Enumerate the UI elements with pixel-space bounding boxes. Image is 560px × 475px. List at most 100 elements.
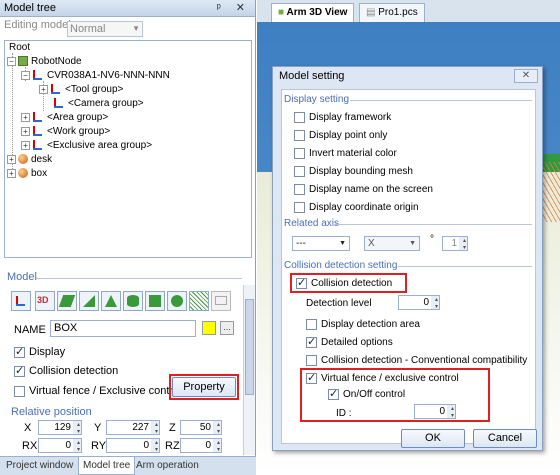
panel-controls[interactable]: ᵖ ✕ bbox=[217, 0, 251, 17]
checkbox-box[interactable] bbox=[294, 166, 305, 177]
conventional-compatibility-checkbox[interactable]: Collision detection - Conventional compa… bbox=[306, 355, 527, 366]
view-icon: ■ bbox=[278, 7, 285, 18]
name-input[interactable]: BOX bbox=[50, 320, 196, 337]
grid-shape-button[interactable] bbox=[189, 291, 209, 311]
virtual-fence-checkbox[interactable]: Virtual fence / Exclusive control bbox=[14, 385, 182, 397]
display-point-only-checkbox[interactable]: Display point only bbox=[294, 130, 387, 141]
related-axis-label: Related axis bbox=[284, 218, 340, 229]
close-icon[interactable]: ✕ bbox=[514, 69, 538, 83]
dialog-title: Model setting bbox=[273, 67, 542, 85]
expand-icon[interactable]: + bbox=[21, 126, 30, 136]
display-checkbox[interactable]: Display bbox=[14, 345, 65, 358]
tree-node-desk[interactable]: + desk bbox=[7, 153, 52, 167]
select-value: X bbox=[368, 238, 375, 249]
cancel-button[interactable]: Cancel bbox=[473, 429, 537, 448]
chevron-down-icon: ▼ bbox=[339, 240, 346, 247]
checkbox-box[interactable] bbox=[306, 319, 317, 330]
checkbox-box[interactable] bbox=[14, 345, 25, 358]
ry-label: RY bbox=[91, 440, 107, 452]
divider bbox=[398, 266, 532, 267]
plane-shape-button[interactable] bbox=[57, 291, 77, 311]
ry-spinner[interactable]: 0 bbox=[106, 438, 160, 453]
degree-label: ° bbox=[430, 234, 434, 245]
checkbox-box[interactable] bbox=[294, 148, 305, 159]
wedge-shape-button[interactable] bbox=[79, 291, 99, 311]
tab-pro1-pcs[interactable]: ▤ Pro1.pcs bbox=[359, 3, 425, 22]
display-name-checkbox[interactable]: Display name on the screen bbox=[294, 184, 433, 195]
checkbox-box[interactable] bbox=[294, 112, 305, 123]
rz-spinner[interactable]: 0 bbox=[180, 438, 222, 453]
tab-arm-3d-view[interactable]: ■ Arm 3D View bbox=[271, 3, 355, 22]
relative-position-label: Relative position bbox=[11, 406, 92, 418]
expand-icon[interactable]: + bbox=[21, 112, 30, 122]
checkbox-box[interactable] bbox=[294, 202, 305, 213]
tree-node-root[interactable]: Root bbox=[9, 41, 30, 55]
checkbox-box[interactable] bbox=[14, 385, 25, 397]
ok-button[interactable]: OK bbox=[401, 429, 465, 448]
x-spinner[interactable]: 129 bbox=[38, 420, 82, 435]
tree-node-work-group[interactable]: + <Work group> bbox=[21, 125, 110, 139]
panel-title: Model tree bbox=[4, 2, 56, 14]
3d-model-button[interactable]: 3D bbox=[35, 291, 55, 311]
checkbox-box[interactable] bbox=[306, 355, 317, 366]
tab-model-tree[interactable]: Model tree bbox=[78, 457, 136, 475]
axis-value-spinner[interactable]: 1 bbox=[442, 236, 468, 251]
cylinder-shape-button[interactable] bbox=[123, 291, 143, 311]
axis-select[interactable]: X ▼ bbox=[364, 236, 420, 251]
color-swatch[interactable] bbox=[202, 321, 216, 335]
cone-shape-button[interactable] bbox=[101, 291, 121, 311]
editing-model-select[interactable]: Normal ▼ bbox=[67, 21, 143, 37]
box-shape-button[interactable] bbox=[145, 291, 165, 311]
axis-icon bbox=[32, 139, 44, 151]
tree-label: Root bbox=[9, 42, 31, 53]
checkbox-box[interactable] bbox=[294, 130, 305, 141]
tree-label: <Area group> bbox=[47, 112, 109, 123]
axis-target-select[interactable]: --- ▼ bbox=[292, 236, 350, 251]
axis-icon bbox=[50, 83, 62, 95]
display-coordinate-origin-checkbox[interactable]: Display coordinate origin bbox=[294, 202, 419, 213]
axis-tool-button[interactable] bbox=[11, 291, 31, 311]
divider bbox=[350, 100, 532, 101]
option-label: Display detection area bbox=[321, 319, 420, 330]
display-detection-area-checkbox[interactable]: Display detection area bbox=[306, 319, 420, 330]
scrollbar-thumb[interactable] bbox=[245, 299, 254, 395]
checkbox-box[interactable] bbox=[306, 335, 317, 348]
expand-icon[interactable]: + bbox=[39, 84, 48, 94]
expand-icon[interactable]: + bbox=[7, 168, 16, 178]
model-tree-panel: Model tree ᵖ ✕ Editing model Normal ▼ Ro… bbox=[0, 0, 256, 475]
disabled-tool-button[interactable] bbox=[211, 291, 231, 311]
collapse-icon[interactable]: − bbox=[7, 56, 16, 66]
checkbox-box[interactable] bbox=[14, 364, 25, 377]
robot-node-icon bbox=[18, 56, 28, 67]
collapse-icon[interactable]: − bbox=[21, 70, 30, 80]
tab-arm-operation[interactable]: Arm operation bbox=[132, 457, 203, 475]
detailed-options-checkbox[interactable]: Detailed options bbox=[306, 335, 393, 348]
tree-label: <Camera group> bbox=[68, 98, 144, 109]
expand-icon[interactable]: + bbox=[7, 154, 16, 164]
collision-checkbox[interactable]: Collision detection bbox=[14, 364, 118, 377]
tree-label: CVR038A1-NV6-NNN-NNN bbox=[47, 70, 170, 81]
rx-spinner[interactable]: 0 bbox=[38, 438, 82, 453]
tree-node-exclusive-area-group[interactable]: + <Exclusive area group> bbox=[21, 139, 152, 153]
z-spinner[interactable]: 50 bbox=[180, 420, 222, 435]
detection-level-spinner[interactable]: 0 bbox=[398, 295, 440, 310]
tree-node-robotnode[interactable]: − RobotNode bbox=[7, 55, 82, 69]
display-bounding-mesh-checkbox[interactable]: Display bounding mesh bbox=[294, 166, 413, 177]
tree-node-box[interactable]: + box bbox=[7, 167, 47, 181]
display-framework-checkbox[interactable]: Display framework bbox=[294, 112, 391, 123]
tree-node-camera-group[interactable]: <Camera group> bbox=[53, 97, 144, 111]
y-spinner[interactable]: 227 bbox=[106, 420, 160, 435]
tree-label: RobotNode bbox=[31, 56, 82, 67]
sphere-shape-button[interactable] bbox=[167, 291, 187, 311]
checkbox-box[interactable] bbox=[294, 184, 305, 195]
vertical-scrollbar[interactable] bbox=[243, 285, 255, 455]
tab-project-window[interactable]: Project window bbox=[2, 457, 77, 475]
invert-material-color-checkbox[interactable]: Invert material color bbox=[294, 148, 397, 159]
more-options-button[interactable]: … bbox=[220, 321, 234, 335]
tree-node-area-group[interactable]: + <Area group> bbox=[21, 111, 108, 125]
document-tabs: ■ Arm 3D View ▤ Pro1.pcs bbox=[257, 0, 560, 22]
option-label: Display point only bbox=[309, 130, 388, 141]
expand-icon[interactable]: + bbox=[21, 140, 30, 150]
tree-node-tool-group[interactable]: + <Tool group> bbox=[39, 83, 123, 97]
tree-node-robot-model[interactable]: − CVR038A1-NV6-NNN-NNN bbox=[21, 69, 170, 83]
